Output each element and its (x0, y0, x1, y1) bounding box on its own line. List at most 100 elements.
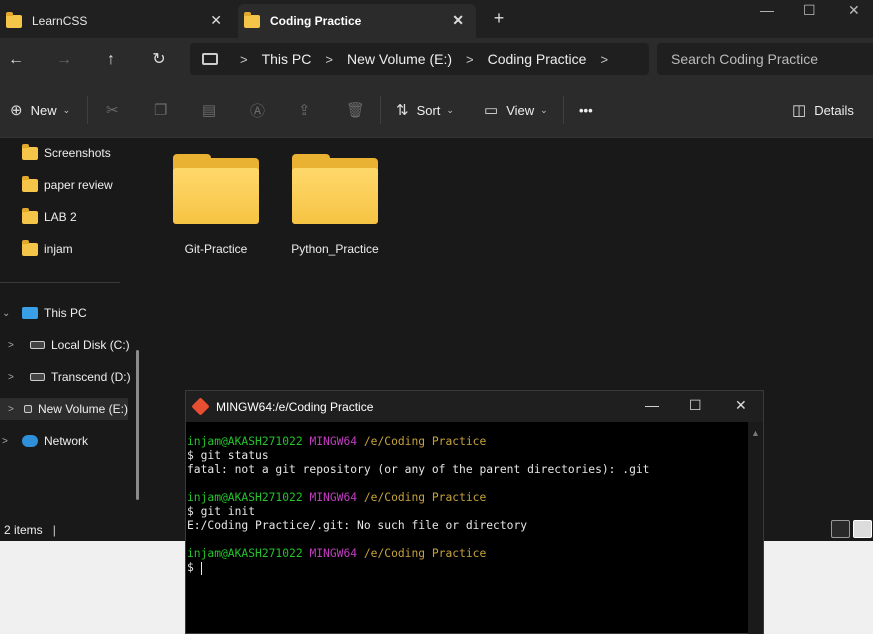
details-pane-icon: ◫ (792, 101, 806, 119)
divider (563, 96, 564, 124)
copy-icon[interactable]: ❐ (154, 100, 167, 120)
chevron-right-icon[interactable]: > (466, 52, 474, 67)
chevron-down-icon: ⌄ (446, 105, 454, 116)
share-icon[interactable]: ⇪ (298, 100, 311, 120)
sidebar-item-label: Local Disk (C:) (51, 338, 130, 352)
terminal-scrollbar[interactable]: ▲ (748, 422, 763, 634)
folder-name-git-practice[interactable]: Git-Practice (156, 242, 276, 256)
tab-label: Coding Practice (270, 14, 361, 28)
sidebar-scrollbar[interactable] (136, 350, 139, 500)
sidebar-item-transcend-d[interactable]: > Transcend (D:) (8, 366, 131, 388)
sidebar-item-label: This PC (44, 306, 87, 320)
folder-icon (6, 15, 22, 28)
prompt-user: injam@AKASH271022 (187, 435, 303, 448)
prompt-system: MINGW64 (309, 491, 357, 504)
details-button[interactable]: ◫ Details (792, 100, 854, 120)
address-bar-row: ← → ↑ ↻ > This PC > New Volume (E:) > Co… (0, 38, 873, 82)
back-button[interactable]: ← (3, 48, 29, 72)
folder-icon[interactable] (292, 158, 378, 226)
folder-icon (22, 147, 38, 160)
refresh-button[interactable]: ↻ (146, 48, 172, 72)
sidebar-item-label: paper review (44, 178, 113, 192)
sidebar-item-label: Screenshots (44, 146, 111, 160)
chevron-right-icon[interactable]: > (2, 436, 14, 447)
chevron-right-icon[interactable]: > (600, 52, 608, 67)
tab-learncss[interactable]: LearnCSS ✕ (0, 4, 234, 38)
git-logo-icon (191, 397, 209, 415)
sidebar-item-label: New Volume (E:) (38, 402, 128, 416)
delete-icon[interactable]: 🗑 (346, 100, 365, 120)
chevron-right-icon[interactable]: > (8, 372, 20, 383)
terminal-title-bar[interactable]: MINGW64:/e/Coding Practice — ☐ ✕ (186, 391, 763, 422)
prompt-system: MINGW64 (309, 435, 357, 448)
git-bash-window[interactable]: MINGW64:/e/Coding Practice — ☐ ✕ injam@A… (185, 390, 764, 634)
input-line[interactable]: $ (187, 561, 748, 575)
prompt-user: injam@AKASH271022 (187, 491, 303, 504)
breadcrumb-coding-practice[interactable]: Coding Practice (488, 51, 587, 67)
terminal-output[interactable]: injam@AKASH271022 MINGW64 /e/Coding Prac… (186, 422, 748, 634)
tiles-view-button[interactable] (853, 520, 872, 538)
details-view-button[interactable] (831, 520, 850, 538)
sidebar-item-new-volume-e[interactable]: > New Volume (E:) (0, 398, 128, 420)
view-button[interactable]: ▭ View ⌄ (484, 100, 548, 120)
cut-icon[interactable]: ✂ (106, 100, 119, 120)
sidebar-item-local-disk-c[interactable]: > Local Disk (C:) (8, 334, 130, 356)
new-button[interactable]: ⊕ New ⌄ (10, 100, 70, 120)
scroll-up-icon[interactable]: ▲ (748, 428, 763, 438)
tab-coding-practice[interactable]: Coding Practice ✕ (238, 4, 476, 38)
close-window-button[interactable]: ✕ (735, 397, 747, 414)
folder-front-shape (292, 168, 378, 224)
folder-icon (22, 243, 38, 256)
breadcrumb[interactable]: > This PC > New Volume (E:) > Coding Pra… (190, 43, 649, 75)
up-button[interactable]: ↑ (98, 48, 124, 72)
sidebar-item-lab-2[interactable]: LAB 2 (22, 206, 77, 228)
breadcrumb-new-volume[interactable]: New Volume (E:) (347, 51, 452, 67)
chevron-down-icon[interactable]: ⌄ (2, 308, 14, 319)
close-window-button[interactable]: ✕ (848, 2, 860, 19)
close-icon[interactable]: ✕ (452, 12, 464, 29)
output-line: fatal: not a git repository (or any of t… (187, 463, 748, 477)
command-toolbar: ⊕ New ⌄ ✂ ❐ ▤ Ⓐ ⇪ 🗑 ⇅ Sort ⌄ ▭ View ⌄ ••… (0, 82, 873, 138)
output-line: E:/Coding Practice/.git: No such file or… (187, 519, 748, 533)
chevron-right-icon[interactable]: > (8, 404, 14, 415)
sidebar-item-this-pc[interactable]: ⌄ This PC (2, 302, 87, 324)
folder-front-shape (173, 168, 259, 224)
search-input[interactable] (657, 43, 873, 75)
breadcrumb-this-pc[interactable]: This PC (262, 51, 312, 67)
maximize-button[interactable]: ☐ (689, 397, 702, 414)
chevron-right-icon[interactable]: > (8, 340, 20, 351)
chevron-down-icon: ⌄ (540, 105, 548, 116)
prompt-line: injam@AKASH271022 MINGW64 /e/Coding Prac… (187, 435, 748, 449)
sort-button[interactable]: ⇅ Sort ⌄ (396, 100, 454, 120)
paste-icon[interactable]: ▤ (202, 100, 216, 120)
more-options-button[interactable]: ••• (579, 100, 593, 120)
folder-icon (22, 211, 38, 224)
forward-button[interactable]: → (51, 48, 77, 72)
close-icon[interactable]: ✕ (210, 12, 222, 29)
chevron-down-icon: ⌄ (63, 105, 71, 116)
command-line: $ git init (187, 505, 748, 519)
chevron-right-icon[interactable]: > (325, 52, 333, 67)
sidebar-item-screenshots[interactable]: Screenshots (22, 142, 111, 164)
chevron-right-icon[interactable]: > (240, 52, 248, 67)
terminal-title: MINGW64:/e/Coding Practice (216, 400, 373, 414)
sidebar-item-injam[interactable]: injam (22, 238, 73, 260)
minimize-button[interactable]: — (760, 2, 774, 18)
minimize-button[interactable]: — (645, 397, 659, 413)
new-tab-button[interactable]: + (488, 8, 510, 29)
folder-name-python-practice[interactable]: Python_Practice (275, 242, 395, 256)
sidebar-item-paper-review[interactable]: paper review (22, 174, 113, 196)
sidebar-item-label: Network (44, 434, 88, 448)
blank-line (187, 477, 748, 491)
tab-label: LearnCSS (32, 14, 87, 28)
sidebar-item-label: LAB 2 (44, 210, 77, 224)
sidebar-item-label: Transcend (D:) (51, 370, 131, 384)
folder-icon[interactable] (173, 158, 259, 226)
blank-line (187, 533, 748, 547)
view-icon: ▭ (484, 101, 498, 119)
sidebar-item-network[interactable]: > Network (2, 430, 88, 452)
maximize-button[interactable]: ☐ (803, 2, 816, 19)
rename-icon[interactable]: Ⓐ (250, 100, 265, 120)
status-separator: | (53, 523, 56, 537)
details-label: Details (814, 103, 854, 118)
